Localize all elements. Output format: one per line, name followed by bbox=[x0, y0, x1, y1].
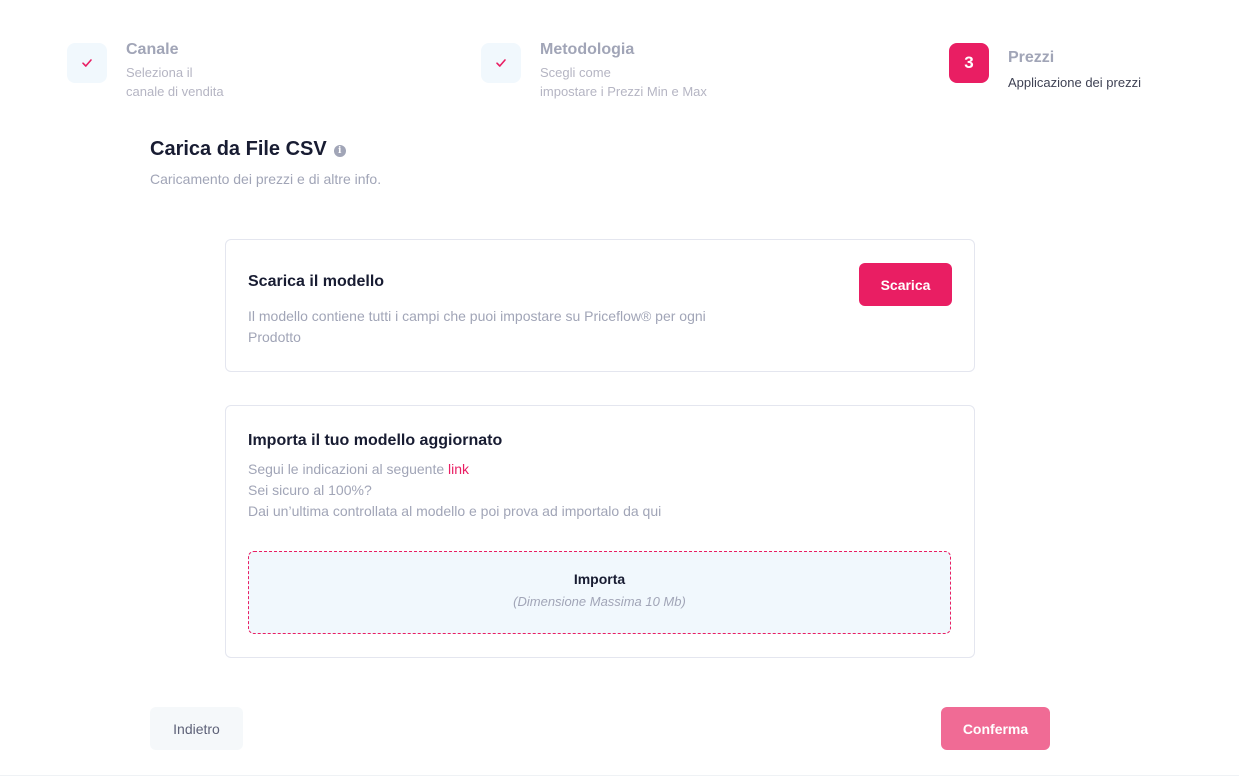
card-title: Importa il tuo modello aggiornato bbox=[248, 432, 503, 449]
page-title-text: Carica da File CSV bbox=[150, 138, 327, 160]
download-template-card: Scarica il modello Il modello contiene t… bbox=[225, 239, 975, 372]
instruction-line: Segui le indicazioni al seguente link bbox=[248, 459, 661, 480]
page-title: Carica da File CSV i bbox=[150, 138, 346, 161]
card-description: Il modello contiene tutti i campi che pu… bbox=[248, 308, 706, 345]
step-number-badge: 3 bbox=[949, 43, 989, 83]
card-title: Scarica il modello bbox=[248, 273, 385, 290]
step-description-line: Scegli come bbox=[540, 65, 611, 80]
confirm-button[interactable]: Conferma bbox=[941, 707, 1050, 750]
step-text: Metodologia Scegli come impostare i Prez… bbox=[540, 41, 707, 101]
card-instructions: Segui le indicazioni al seguente link Se… bbox=[248, 459, 661, 522]
step-description-line: canale di vendita bbox=[126, 84, 224, 99]
instruction-line: Sei sicuro al 100%? bbox=[248, 482, 372, 498]
step-description: Seleziona il canale di vendita bbox=[126, 63, 224, 101]
download-button[interactable]: Scarica bbox=[859, 263, 952, 306]
step-description: Applicazione dei prezzi bbox=[1008, 75, 1141, 90]
dropzone-title: Importa bbox=[573, 571, 626, 587]
stepper-step-prezzi: 3 Prezzi Applicazione dei prezzi bbox=[949, 43, 1141, 92]
info-icon[interactable]: i bbox=[333, 144, 346, 157]
file-upload-dropzone[interactable]: Importa (Dimensione Massima 10 Mb) bbox=[248, 551, 951, 634]
step-description: Scegli come impostare i Prezzi Min e Max bbox=[540, 63, 707, 101]
check-icon bbox=[481, 43, 521, 83]
stepper-step-metodologia[interactable]: Metodologia Scegli come impostare i Prez… bbox=[481, 41, 707, 101]
page-subtitle: Caricamento dei prezzi e di altre info. bbox=[150, 171, 382, 187]
divider bbox=[0, 775, 1239, 776]
page: Canale Seleziona il canale di vendita Me… bbox=[0, 0, 1239, 777]
instruction-text: Segui le indicazioni al seguente bbox=[248, 461, 449, 477]
step-title: Metodologia bbox=[540, 41, 635, 58]
step-title: Prezzi bbox=[1008, 49, 1055, 66]
check-icon bbox=[67, 43, 107, 83]
step-description-line: Seleziona il bbox=[126, 65, 193, 80]
step-text: Canale Seleziona il canale di vendita bbox=[126, 41, 224, 101]
step-title: Canale bbox=[126, 41, 179, 58]
instructions-link[interactable]: link bbox=[448, 461, 469, 477]
dropzone-hint: (Dimensione Massima 10 Mb) bbox=[513, 594, 686, 609]
back-button[interactable]: Indietro bbox=[150, 707, 243, 750]
step-description-line: impostare i Prezzi Min e Max bbox=[540, 84, 707, 99]
stepper-step-canale[interactable]: Canale Seleziona il canale di vendita bbox=[67, 41, 224, 101]
instruction-line: Dai un’ultima controllata al modello e p… bbox=[248, 503, 662, 519]
import-template-card: Importa il tuo modello aggiornato Segui … bbox=[225, 405, 975, 658]
step-text: Prezzi Applicazione dei prezzi bbox=[1008, 43, 1141, 92]
